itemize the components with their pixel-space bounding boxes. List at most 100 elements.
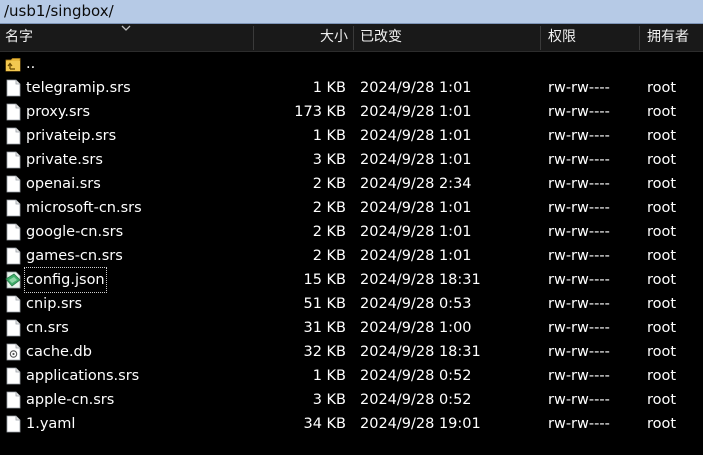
- column-owner-header[interactable]: 拥有者: [647, 24, 689, 51]
- file-owner: root: [647, 272, 677, 288]
- file-row[interactable]: telegramip.srs 1 KB 2024/9/28 1:01 rw-rw---…: [0, 76, 703, 100]
- database-file-icon: [6, 343, 21, 361]
- file-row[interactable]: cache.db 32 KB 2024/9/28 18:31 rw-rw---- roo…: [0, 340, 703, 364]
- file-owner: root: [647, 104, 677, 120]
- file-row[interactable]: cn.srs 31 KB 2024/9/28 1:00 rw-rw---- root: [0, 316, 703, 340]
- file-size: 1 KB: [312, 80, 346, 96]
- parent-folder-icon: [5, 58, 21, 72]
- file-modified: 2024/9/28 0:52: [360, 368, 472, 384]
- file-size: 51 KB: [303, 296, 346, 312]
- file-name: cache.db: [26, 344, 92, 360]
- file-permissions: rw-rw----: [548, 128, 610, 144]
- column-divider[interactable]: [540, 26, 541, 50]
- file-name: games-cn.srs: [26, 248, 123, 264]
- file-size: 15 KB: [303, 272, 346, 288]
- file-size: 34 KB: [303, 416, 346, 432]
- file-permissions: rw-rw----: [548, 296, 610, 312]
- column-modified-header[interactable]: 已改变: [360, 24, 402, 51]
- file-owner: root: [647, 128, 677, 144]
- file-modified: 2024/9/28 1:01: [360, 80, 472, 96]
- file-size: 2 KB: [312, 224, 346, 240]
- file-permissions: rw-rw----: [548, 80, 610, 96]
- file-modified: 2024/9/28 1:00: [360, 320, 472, 336]
- sort-descending-icon[interactable]: [120, 23, 132, 33]
- file-owner: root: [647, 248, 677, 264]
- file-icon: [6, 79, 21, 97]
- file-icon: [6, 223, 21, 241]
- file-owner: root: [647, 296, 677, 312]
- file-row[interactable]: config.json 15 KB 2024/9/28 18:31 rw-rw----…: [0, 267, 703, 293]
- file-icon: [6, 319, 21, 337]
- file-size: 1 KB: [312, 368, 346, 384]
- file-size: 1 KB: [312, 128, 346, 144]
- file-modified: 2024/9/28 18:31: [360, 272, 481, 288]
- file-name: cn.srs: [26, 320, 69, 336]
- file-owner: root: [647, 416, 677, 432]
- file-row[interactable]: applications.srs 1 KB 2024/9/28 0:52 rw-rw-…: [0, 364, 703, 388]
- file-permissions: rw-rw----: [548, 392, 610, 408]
- column-name-header[interactable]: 名字: [5, 24, 33, 51]
- file-icon: [6, 127, 21, 145]
- file-row[interactable]: privateip.srs 1 KB 2024/9/28 1:01 rw-rw----…: [0, 124, 703, 148]
- file-size: 32 KB: [303, 344, 346, 360]
- file-permissions: rw-rw----: [548, 368, 610, 384]
- file-name: cnip.srs: [26, 296, 83, 312]
- file-name: telegramip.srs: [26, 80, 131, 96]
- file-permissions: rw-rw----: [548, 248, 610, 264]
- path-bar[interactable]: /usb1/singbox/: [0, 0, 703, 24]
- file-row[interactable]: apple-cn.srs 3 KB 2024/9/28 0:52 rw-rw---- r…: [0, 388, 703, 412]
- file-size: 2 KB: [312, 176, 346, 192]
- file-name: proxy.srs: [26, 104, 91, 120]
- file-row[interactable]: openai.srs 2 KB 2024/9/28 2:34 rw-rw---- roo…: [0, 172, 703, 196]
- file-size: 3 KB: [312, 152, 346, 168]
- file-owner: root: [647, 224, 677, 240]
- file-permissions: rw-rw----: [548, 416, 610, 432]
- file-modified: 2024/9/28 1:01: [360, 224, 472, 240]
- file-size: 3 KB: [312, 392, 346, 408]
- file-row[interactable]: 1.yaml 34 KB 2024/9/28 19:01 rw-rw---- root: [0, 412, 703, 436]
- column-divider[interactable]: [353, 26, 354, 50]
- file-icon: [6, 151, 21, 169]
- file-row[interactable]: proxy.srs 173 KB 2024/9/28 1:01 rw-rw---- ro…: [0, 100, 703, 124]
- file-name: privateip.srs: [26, 128, 117, 144]
- file-permissions: rw-rw----: [548, 200, 610, 216]
- file-permissions: rw-rw----: [548, 272, 610, 288]
- file-permissions: rw-rw----: [548, 104, 610, 120]
- file-row[interactable]: google-cn.srs 2 KB 2024/9/28 1:01 rw-rw----…: [0, 220, 703, 244]
- parent-directory-row[interactable]: ..: [0, 52, 703, 76]
- file-owner: root: [647, 200, 677, 216]
- file-row[interactable]: games-cn.srs 2 KB 2024/9/28 1:01 rw-rw---- r…: [0, 244, 703, 268]
- column-divider[interactable]: [639, 26, 640, 50]
- file-row[interactable]: microsoft-cn.srs 2 KB 2024/9/28 1:01 rw-rw-…: [0, 196, 703, 220]
- file-owner: root: [647, 392, 677, 408]
- file-permissions: rw-rw----: [548, 344, 610, 360]
- column-header: 名字 大小 已改变 权限 拥有者: [0, 24, 703, 52]
- file-owner: root: [647, 152, 677, 168]
- file-size: 2 KB: [312, 248, 346, 264]
- file-owner: root: [647, 320, 677, 336]
- column-size-header[interactable]: 大小: [256, 24, 348, 51]
- file-row[interactable]: private.srs 3 KB 2024/9/28 1:01 rw-rw---- ro…: [0, 148, 703, 172]
- file-name: 1.yaml: [26, 416, 76, 432]
- file-name: apple-cn.srs: [26, 392, 115, 408]
- file-name: private.srs: [26, 152, 103, 168]
- file-size: 2 KB: [312, 200, 346, 216]
- column-divider[interactable]: [253, 26, 254, 50]
- file-modified: 2024/9/28 0:52: [360, 392, 472, 408]
- file-modified: 2024/9/28 18:31: [360, 344, 481, 360]
- file-icon: [6, 295, 21, 313]
- file-permissions: rw-rw----: [548, 320, 610, 336]
- file-list: .. telegramip.srs 1 KB 2024/9/28 1:01 rw-rw…: [0, 52, 703, 436]
- file-icon: [6, 415, 21, 433]
- column-permissions-header[interactable]: 权限: [548, 24, 576, 51]
- file-row[interactable]: cnip.srs 51 KB 2024/9/28 0:53 rw-rw---- root: [0, 292, 703, 316]
- file-name: openai.srs: [26, 176, 101, 192]
- file-icon: [6, 367, 21, 385]
- file-icon: [6, 175, 21, 193]
- file-icon: [6, 103, 21, 121]
- file-size: 31 KB: [303, 320, 346, 336]
- file-owner: root: [647, 176, 677, 192]
- file-icon: [6, 247, 21, 265]
- file-name: microsoft-cn.srs: [26, 200, 142, 216]
- file-permissions: rw-rw----: [548, 152, 610, 168]
